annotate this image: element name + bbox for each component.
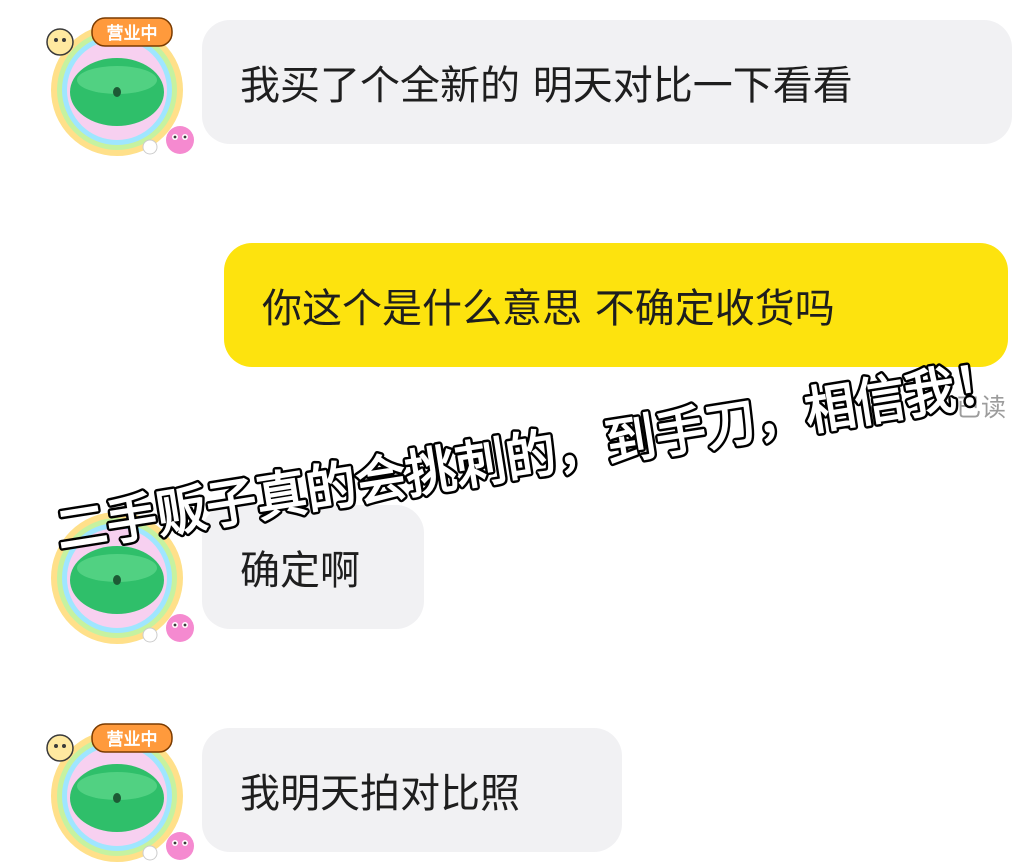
avatar-image: 营业中: [46, 17, 194, 156]
message-text: 我买了个全新的 明天对比一下看看: [240, 63, 853, 109]
message-bubble-incoming[interactable]: 我明天拍对比照: [202, 728, 622, 852]
message-text: 你这个是什么意思 不确定收货吗: [262, 286, 835, 332]
svg-text:营业中: 营业中: [107, 729, 158, 750]
read-status: 已读: [955, 393, 1006, 422]
message-text: 我明天拍对比照: [240, 771, 520, 817]
avatar[interactable]: 营业中: [40, 718, 195, 863]
overlay-caption: 二手贩子真的会挑刺的，到手刀，相信我！: [26, 350, 1024, 564]
message-bubble-incoming[interactable]: 我买了个全新的 明天对比一下看看: [202, 20, 1012, 144]
message-bubble-outgoing[interactable]: 你这个是什么意思 不确定收货吗: [224, 243, 1008, 367]
message-bubble-incoming[interactable]: 确定啊: [202, 505, 424, 629]
avatar-image: [51, 512, 194, 644]
avatar-image: 营业中: [46, 723, 194, 862]
avatar[interactable]: [40, 500, 195, 645]
svg-text:营业中: 营业中: [107, 23, 158, 44]
overlay-caption-text: 二手贩子真的会挑刺的，到手刀，相信我！: [52, 352, 1010, 561]
avatar[interactable]: 营业中: [40, 12, 195, 157]
message-text: 确定啊: [240, 548, 360, 594]
